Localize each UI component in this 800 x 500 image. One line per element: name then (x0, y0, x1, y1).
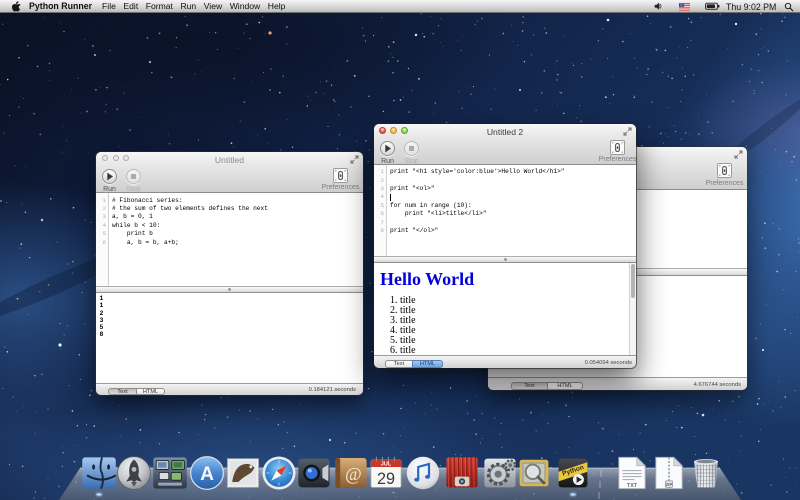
svg-text:ZIP: ZIP (666, 482, 673, 487)
svg-text:@: @ (345, 464, 362, 484)
svg-text:JUL: JUL (381, 462, 392, 468)
svg-text:29: 29 (377, 470, 395, 488)
svg-text:A: A (200, 464, 214, 485)
svg-text:TXT: TXT (627, 483, 638, 489)
